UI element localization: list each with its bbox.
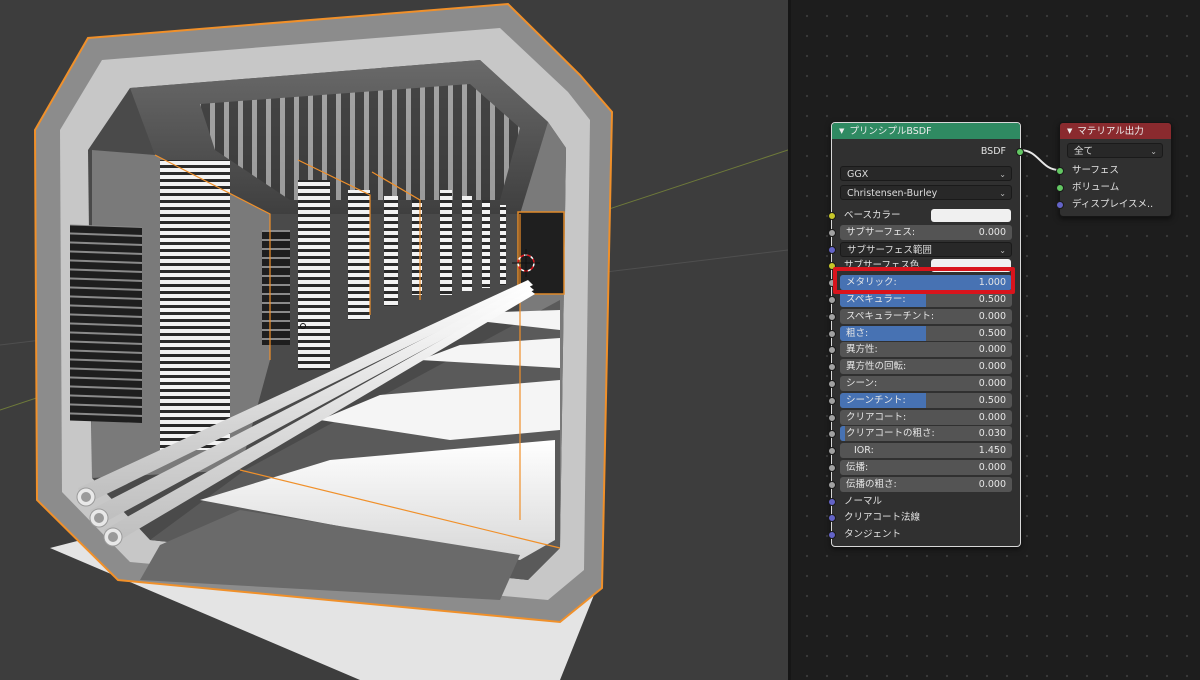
input-8-value: 0.000: [978, 344, 1006, 356]
bsdf-node-header[interactable]: ▼ プリンシプルBSDF: [832, 123, 1020, 139]
input-17-label: ノーマル: [844, 495, 883, 507]
input-16-value: 0.000: [978, 478, 1006, 490]
input-9-label: 異方性の回転:: [846, 361, 907, 373]
bsdf-output-socket[interactable]: [1016, 148, 1024, 156]
input-16-label: 伝播の粗さ:: [846, 478, 897, 490]
input-11-slider[interactable]: シーンチント: 0.500: [840, 392, 1012, 408]
input-1-value: 0.000: [978, 226, 1006, 238]
bsdf-output-label: BSDF: [980, 146, 1006, 157]
input-8-label: 異方性:: [846, 344, 878, 356]
input-12-value: 0.000: [978, 411, 1006, 423]
input-9-slider[interactable]: 異方性の回転: 0.000: [840, 359, 1012, 375]
input-14-value: 1.450: [978, 445, 1006, 457]
input-7-slider[interactable]: 粗さ: 0.500: [840, 325, 1012, 341]
input-6-slider[interactable]: スペキュラーチント: 0.000: [840, 308, 1012, 324]
displacement-input-label: ディスプレイスメ..: [1072, 199, 1154, 210]
input-0-socket[interactable]: [828, 212, 836, 220]
output-node-header[interactable]: ▼ マテリアル出力: [1060, 123, 1171, 139]
input-10-slider[interactable]: シーン: 0.000: [840, 376, 1012, 391]
input-15-slider[interactable]: 伝播: 0.000: [840, 460, 1012, 475]
input-7-label: 粗さ:: [846, 327, 869, 339]
input-6-value: 0.000: [978, 310, 1006, 322]
input-9-value: 0.000: [978, 361, 1006, 373]
distribution-value: GGX: [847, 169, 869, 180]
input-7-socket[interactable]: [828, 329, 836, 338]
input-0-label: ベースカラー: [844, 210, 901, 221]
dropdown-chevron-icon: ⌄: [999, 245, 1006, 255]
output-target-value: 全て: [1074, 146, 1094, 157]
surface-input-label: サーフェス: [1072, 165, 1119, 176]
material-output-node[interactable]: ▼ マテリアル出力 全て ⌄ サーフェス ボリューム ディスプレイスメ..: [1056, 122, 1172, 217]
volume-input-label: ボリューム: [1072, 182, 1120, 193]
input-10-value: 0.000: [978, 378, 1006, 389]
input-9-socket[interactable]: [828, 363, 836, 372]
input-12-socket[interactable]: [828, 413, 836, 422]
dropdown-chevron-icon: ⌄: [999, 189, 1006, 198]
input-2-label: サブサーフェス範囲: [847, 244, 932, 256]
input-14-socket[interactable]: [828, 447, 836, 456]
3d-viewport[interactable]: [0, 0, 788, 680]
input-7-value: 0.500: [978, 327, 1006, 339]
input-0-color-swatch[interactable]: [931, 209, 1011, 222]
input-19-socket[interactable]: [828, 531, 836, 540]
input-15-socket[interactable]: [828, 464, 836, 472]
displacement-input-socket[interactable]: [1056, 201, 1064, 209]
input-1-slider[interactable]: サブサーフェス: 0.000: [840, 224, 1012, 240]
input-15-label: 伝播:: [846, 462, 869, 473]
input-8-slider[interactable]: 異方性: 0.000: [840, 342, 1012, 358]
volume-input-socket[interactable]: [1056, 184, 1064, 192]
input-18-label: クリアコート法線: [844, 512, 921, 524]
shader-node-editor[interactable]: ▼ プリンシプルBSDF BSDF GGX ⌄ Christensen-Burle…: [791, 0, 1200, 680]
collapse-triangle-icon[interactable]: ▼: [1067, 123, 1072, 139]
input-14-slider[interactable]: IOR: 1.450: [840, 443, 1012, 459]
input-11-value: 0.500: [978, 394, 1006, 406]
distribution-dropdown[interactable]: GGX ⌄: [840, 166, 1012, 181]
input-11-label: シーンチント:: [846, 394, 906, 406]
input-19-label: タンジェント: [844, 529, 902, 541]
input-13-slider[interactable]: クリアコートの粗さ: 0.030: [840, 426, 1012, 442]
subsurface-method-value: Christensen-Burley: [847, 188, 938, 199]
input-6-label: スペキュラーチント:: [846, 310, 935, 322]
input-1-label: サブサーフェス:: [846, 226, 916, 238]
input-5-socket[interactable]: [828, 296, 836, 304]
input-10-socket[interactable]: [828, 380, 836, 388]
input-18-socket[interactable]: [828, 514, 836, 523]
input-5-value: 0.500: [978, 294, 1006, 305]
input-16-slider[interactable]: 伝播の粗さ: 0.000: [840, 476, 1012, 492]
input-17-socket[interactable]: [828, 497, 836, 506]
input-11-socket[interactable]: [828, 396, 836, 405]
input-6-socket[interactable]: [828, 312, 836, 321]
principled-bsdf-node[interactable]: ▼ プリンシプルBSDF BSDF GGX ⌄ Christensen-Burle…: [828, 122, 1024, 547]
input-10-label: シーン:: [846, 378, 878, 389]
output-node-title: マテリアル出力: [1077, 126, 1144, 137]
input-16-socket[interactable]: [828, 480, 836, 489]
input-14-label: IOR:: [854, 445, 874, 457]
dropdown-chevron-icon: ⌄: [1150, 147, 1157, 156]
input-13-socket[interactable]: [828, 430, 836, 439]
corridor-render: [0, 2, 788, 680]
input-5-label: スペキュラー:: [846, 294, 906, 305]
input-15-value: 0.000: [978, 462, 1006, 473]
input-13-value: 0.030: [978, 428, 1006, 440]
input-8-socket[interactable]: [828, 346, 836, 355]
input-13-label: クリアコートの粗さ:: [846, 428, 935, 440]
input-2-socket[interactable]: [828, 245, 836, 254]
surface-input-socket[interactable]: [1056, 167, 1064, 175]
dropdown-chevron-icon: ⌄: [999, 170, 1006, 179]
subsurface-method-dropdown[interactable]: Christensen-Burley ⌄: [840, 185, 1012, 200]
input-12-label: クリアコート:: [846, 411, 907, 423]
metallic-highlight-box: [833, 267, 1015, 294]
collapse-triangle-icon[interactable]: ▼: [839, 123, 844, 139]
input-1-socket[interactable]: [828, 228, 836, 237]
input-12-slider[interactable]: クリアコート: 0.000: [840, 409, 1012, 425]
input-13-slider-fill: [840, 426, 846, 442]
input-5-slider[interactable]: スペキュラー: 0.500: [840, 292, 1012, 307]
output-target-dropdown[interactable]: 全て ⌄: [1067, 143, 1163, 158]
input-2-dropdown[interactable]: サブサーフェス範囲 ⌄: [840, 241, 1012, 257]
bsdf-node-title: プリンシプルBSDF: [849, 126, 932, 137]
